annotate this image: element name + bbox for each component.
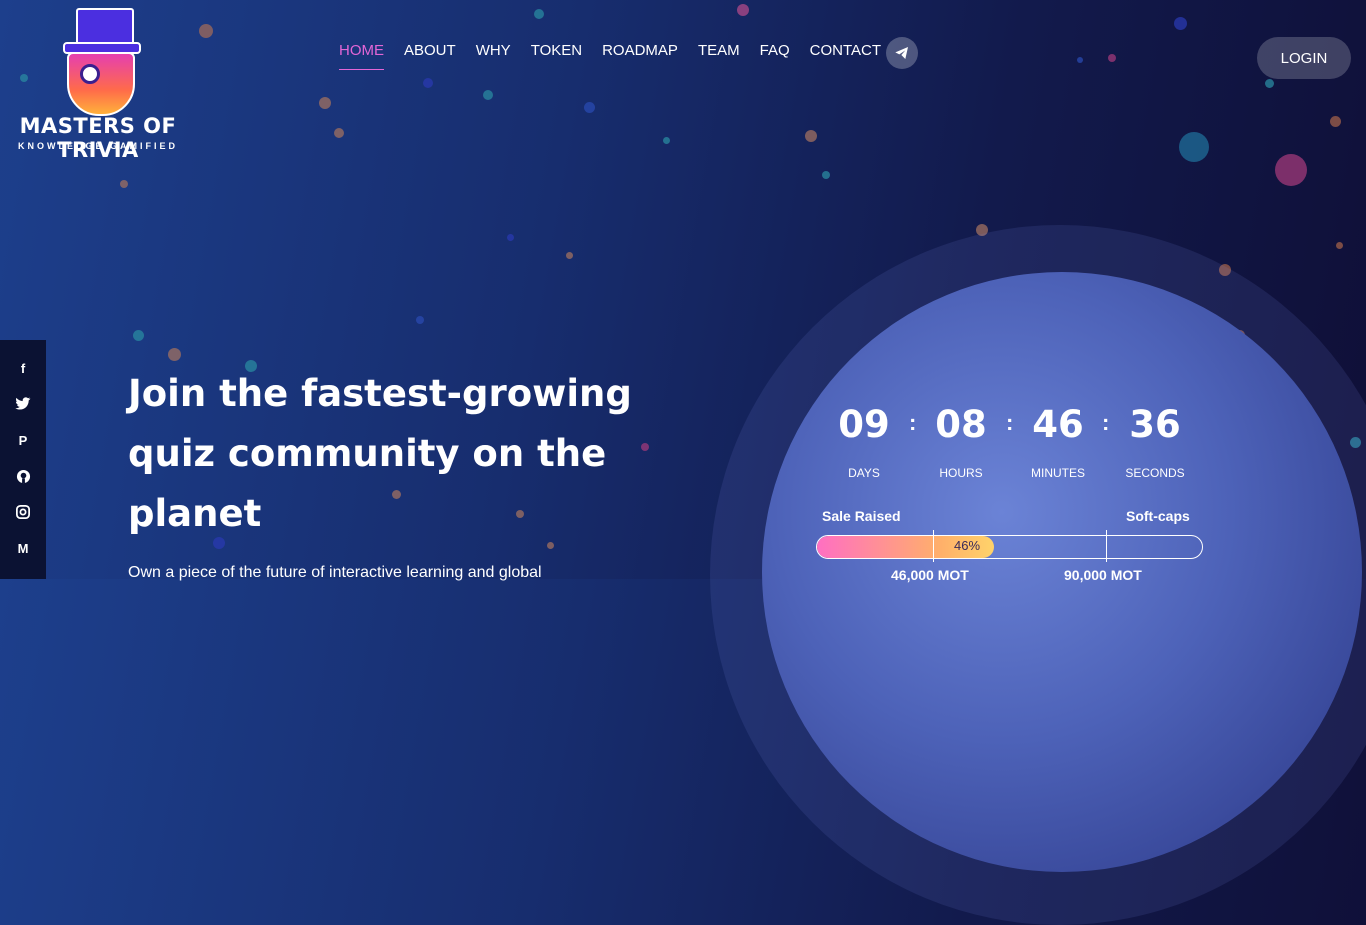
github-icon[interactable] bbox=[0, 466, 46, 486]
particle bbox=[120, 180, 128, 188]
brand-tagline: KNOWLEDGE GAMIFIED bbox=[18, 141, 178, 151]
particle bbox=[565, 251, 573, 259]
countdown-minutes-label: MINUTES bbox=[1031, 466, 1085, 480]
telegram-button[interactable] bbox=[886, 37, 918, 69]
particle bbox=[319, 97, 331, 109]
particle bbox=[1108, 54, 1116, 62]
countdown-days-label: DAYS bbox=[848, 466, 880, 480]
countdown-minutes-value: 46 bbox=[1032, 403, 1084, 446]
particle bbox=[506, 233, 514, 241]
lion-face-icon bbox=[67, 52, 135, 116]
particle bbox=[132, 329, 144, 341]
countdown-hours: 08 HOURS bbox=[921, 400, 1001, 480]
monocle-icon bbox=[80, 64, 100, 84]
countdown-separator: : bbox=[909, 410, 917, 435]
particle bbox=[167, 347, 181, 361]
particle bbox=[583, 101, 595, 113]
nav-about[interactable]: ABOUT bbox=[404, 42, 456, 69]
countdown-hours-label: HOURS bbox=[939, 466, 983, 480]
countdown-days: 09 DAYS bbox=[824, 400, 904, 480]
countdown-seconds-label: SECONDS bbox=[1125, 466, 1185, 480]
login-button[interactable]: LOGIN bbox=[1257, 37, 1351, 79]
countdown-seconds: 36 SECONDS bbox=[1115, 400, 1195, 480]
nav-token[interactable]: TOKEN bbox=[531, 42, 582, 69]
countdown-hours-value: 08 bbox=[935, 403, 987, 446]
social-sidebar: f P M bbox=[0, 340, 46, 579]
twitter-icon[interactable] bbox=[0, 394, 46, 414]
orb bbox=[762, 272, 1362, 872]
sale-raised-label: Sale Raised bbox=[822, 508, 901, 524]
facebook-icon[interactable]: f bbox=[0, 358, 46, 378]
cap-marker bbox=[1106, 530, 1107, 562]
particle bbox=[1335, 241, 1343, 249]
hero-subtitle: Own a piece of the future of interactive… bbox=[128, 564, 542, 581]
cap-marker bbox=[933, 530, 934, 562]
particle bbox=[1077, 57, 1083, 63]
nav-home[interactable]: HOME bbox=[339, 42, 384, 70]
particle bbox=[1173, 16, 1187, 30]
particle bbox=[483, 90, 493, 100]
particle bbox=[662, 136, 670, 144]
countdown-seconds-value: 36 bbox=[1129, 403, 1181, 446]
sale-progress-percent: 46% bbox=[954, 538, 981, 553]
particle bbox=[1275, 154, 1307, 186]
countdown-separator: : bbox=[1102, 410, 1110, 435]
pinterest-icon[interactable]: P bbox=[0, 430, 46, 450]
hero-title: Join the fastest-growing quiz community … bbox=[128, 372, 632, 535]
particle bbox=[423, 78, 433, 88]
countdown-minutes: 46 MINUTES bbox=[1018, 400, 1098, 480]
cap-2-label: 90,000 MOT bbox=[1064, 567, 1142, 583]
main-nav: HOME ABOUT WHY TOKEN ROADMAP TEAM FAQ CO… bbox=[329, 42, 891, 72]
nav-team[interactable]: TEAM bbox=[698, 42, 740, 69]
instagram-icon[interactable] bbox=[0, 502, 46, 522]
countdown-separator: : bbox=[1006, 410, 1014, 435]
nav-roadmap[interactable]: ROADMAP bbox=[602, 42, 678, 69]
nav-contact[interactable]: CONTACT bbox=[810, 42, 881, 69]
nav-why[interactable]: WHY bbox=[476, 42, 511, 69]
particle bbox=[416, 316, 424, 324]
soft-caps-label: Soft-caps bbox=[1126, 508, 1190, 524]
cap-1-label: 46,000 MOT bbox=[891, 567, 969, 583]
brand-name: MASTERS OF TRIVIA bbox=[19, 114, 177, 162]
nav-faq[interactable]: FAQ bbox=[760, 42, 790, 69]
particle bbox=[1179, 132, 1209, 162]
telegram-icon bbox=[895, 47, 908, 59]
particle bbox=[1329, 115, 1341, 127]
particle bbox=[534, 9, 544, 19]
particle bbox=[199, 24, 213, 38]
brand-logo[interactable]: MASTERS OF TRIVIA KNOWLEDGE GAMIFIED bbox=[6, 6, 190, 162]
countdown-days-value: 09 bbox=[838, 403, 890, 446]
particle bbox=[737, 4, 749, 16]
particle bbox=[1264, 78, 1274, 88]
particle bbox=[822, 171, 830, 179]
particle bbox=[334, 128, 344, 138]
particle bbox=[805, 130, 817, 142]
medium-icon[interactable]: M bbox=[0, 538, 46, 558]
sale-progress-bar bbox=[816, 535, 1203, 559]
